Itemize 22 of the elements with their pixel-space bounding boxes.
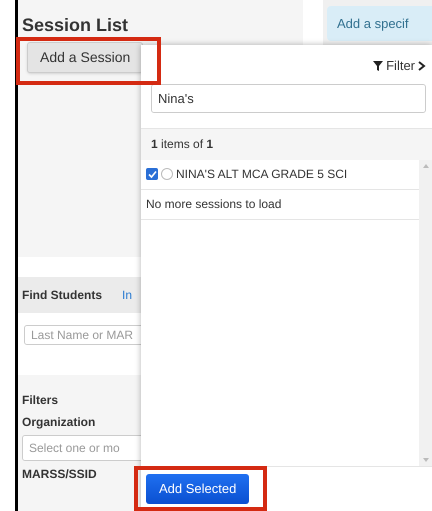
session-item[interactable]: NINA'S ALT MCA GRADE 5 SCI xyxy=(141,160,419,190)
scrollbar[interactable] xyxy=(419,160,432,466)
filter-button[interactable]: Filter xyxy=(373,56,426,76)
add-session-button[interactable]: Add a Session xyxy=(27,42,144,73)
scroll-down-icon[interactable] xyxy=(422,458,428,462)
section-title: Find Students xyxy=(22,287,102,304)
field-label: Organization xyxy=(22,414,96,431)
load-message: No more sessions to load xyxy=(141,190,419,220)
search-field[interactable]: Nina's xyxy=(151,84,426,112)
info-banner: Add a specif xyxy=(327,6,432,41)
section-title: Filters xyxy=(22,392,60,409)
scroll-up-icon[interactable] xyxy=(422,164,428,168)
radio-button[interactable] xyxy=(161,168,173,180)
field-label: MARSS/SSID xyxy=(22,466,98,483)
funnel-icon xyxy=(373,60,384,71)
checkbox[interactable] xyxy=(146,168,158,180)
item-count: 1 items of 1 xyxy=(151,136,214,153)
chevron-right-icon xyxy=(418,60,426,71)
session-name: NINA'S ALT MCA GRADE 5 SCI xyxy=(176,166,348,183)
add-selected-button[interactable]: Add Selected xyxy=(146,474,250,504)
panel-title: Session List xyxy=(21,14,130,37)
link[interactable]: In xyxy=(122,286,132,304)
